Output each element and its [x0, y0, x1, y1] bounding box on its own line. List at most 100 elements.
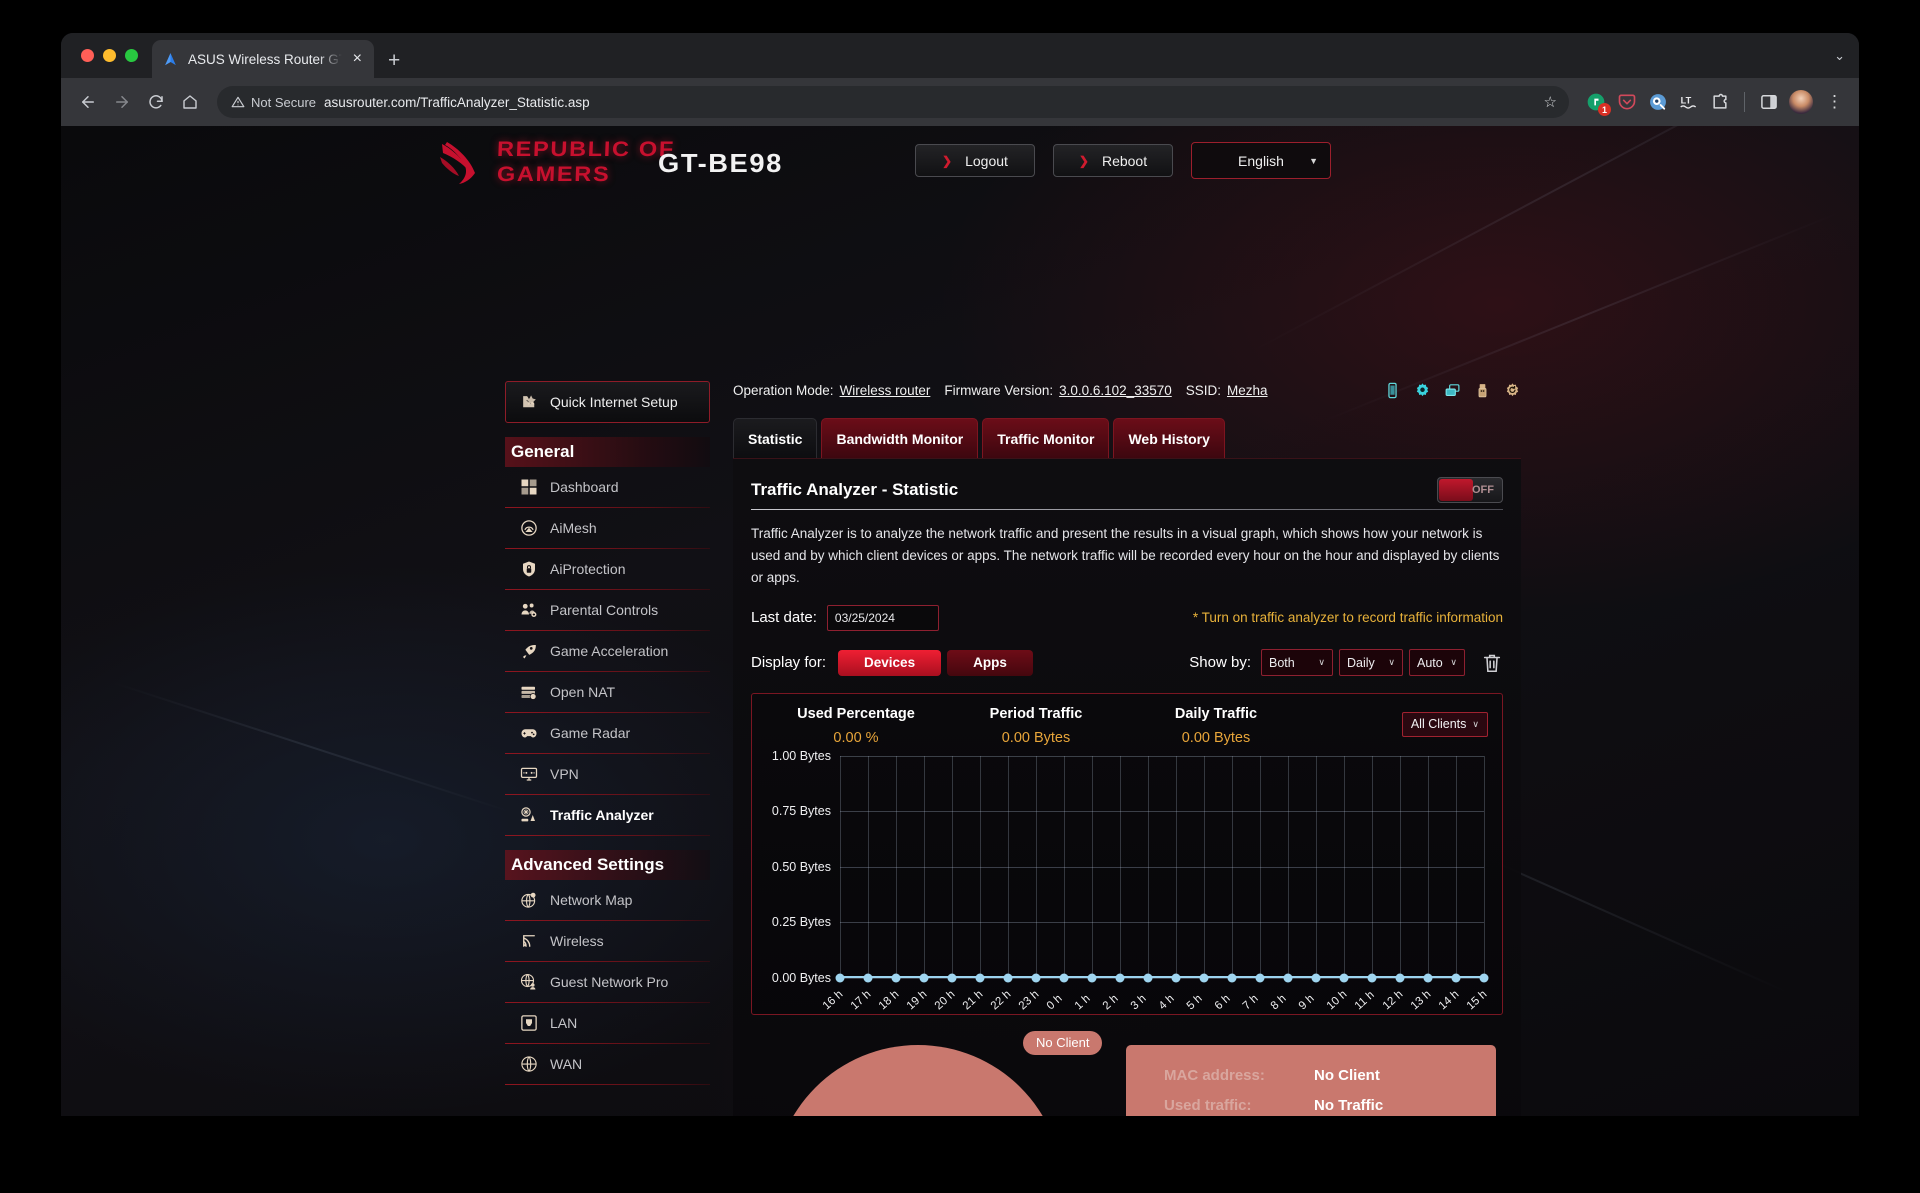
reboot-button[interactable]: ❯ Reboot	[1053, 144, 1173, 177]
usb-icon[interactable]	[1474, 381, 1491, 400]
sidebar-item-game-acceleration[interactable]: Game Acceleration	[505, 631, 710, 672]
aimesh-icon	[519, 519, 538, 538]
x-gridline	[1316, 755, 1317, 978]
client-pie-chart[interactable]	[773, 1044, 1063, 1116]
background-streak	[110, 681, 512, 813]
panel-divider	[751, 509, 1503, 510]
traffic-analyzer-toggle[interactable]: OFF	[1437, 477, 1503, 503]
sidebar-item-open-nat[interactable]: Open NAT	[505, 672, 710, 713]
sidebar-item-vpn[interactable]: VPN	[505, 754, 710, 795]
new-tab-button[interactable]: +	[388, 50, 400, 71]
data-point[interactable]	[1311, 973, 1321, 983]
sidebar-item-guest-network-pro[interactable]: Guest Network Pro	[505, 962, 710, 1003]
data-point[interactable]	[1115, 973, 1125, 983]
browser-menu-icon[interactable]: ⋮	[1822, 93, 1847, 110]
side-panel-icon[interactable]	[1758, 91, 1780, 113]
data-point[interactable]	[1255, 973, 1265, 983]
data-point[interactable]	[1003, 973, 1013, 983]
data-point[interactable]	[975, 973, 985, 983]
minimize-window-button[interactable]	[103, 49, 116, 62]
data-point[interactable]	[1087, 973, 1097, 983]
sidebar-item-network-map[interactable]: Network Map	[505, 880, 710, 921]
data-point[interactable]	[1283, 973, 1293, 983]
url-text[interactable]: asusrouter.com/TrafficAnalyzer_Statistic…	[324, 95, 1536, 110]
sidebar-item-quick-internet-setup[interactable]: Quick Internet Setup	[505, 381, 710, 423]
stat-value: 0.00 %	[833, 729, 879, 746]
reboot-gear-icon[interactable]	[1504, 381, 1521, 400]
close-window-button[interactable]	[81, 49, 94, 62]
data-point[interactable]	[947, 973, 957, 983]
data-point[interactable]	[1479, 973, 1489, 983]
language-select[interactable]: English ▼	[1191, 142, 1331, 179]
languagetool-extension-icon[interactable]: LT	[1678, 91, 1700, 113]
maximize-window-button[interactable]	[125, 49, 138, 62]
data-point[interactable]	[1031, 973, 1041, 983]
sidebar-item-aimesh[interactable]: AiMesh	[505, 508, 710, 549]
sidebar-item-game-radar[interactable]: Game Radar	[505, 713, 710, 754]
home-icon[interactable]	[175, 87, 205, 117]
chevron-down-icon[interactable]: ⌄	[1834, 48, 1845, 64]
network-screens-icon[interactable]	[1444, 381, 1461, 400]
sidebar-item-traffic-analyzer[interactable]: Traffic Analyzer	[505, 795, 710, 836]
pocket-extension-icon[interactable]	[1616, 91, 1638, 113]
sidebar-item-wireless[interactable]: Wireless	[505, 921, 710, 962]
back-icon[interactable]	[73, 87, 103, 117]
data-point[interactable]	[1143, 973, 1153, 983]
window-traffic-lights[interactable]	[77, 33, 152, 78]
sidebar-item-wan[interactable]: WAN	[505, 1044, 710, 1085]
data-point[interactable]	[835, 973, 845, 983]
privacy-badger-extension-icon[interactable]	[1647, 91, 1669, 113]
trash-icon[interactable]	[1481, 650, 1503, 676]
x-axis-tick-label: 0 h	[1044, 992, 1065, 1012]
profile-avatar[interactable]	[1789, 90, 1813, 114]
sidebar-item-dashboard[interactable]: Dashboard	[505, 467, 710, 508]
warning-triangle-icon	[231, 96, 245, 108]
chevron-down-icon: ∨	[1388, 657, 1395, 668]
extensions-puzzle-icon[interactable]	[1709, 91, 1731, 113]
data-point[interactable]	[1339, 973, 1349, 983]
data-point[interactable]	[1395, 973, 1405, 983]
show-by-period-dropdown[interactable]: Daily ∨	[1339, 649, 1403, 677]
address-bar[interactable]: Not Secure asusrouter.com/TrafficAnalyze…	[217, 86, 1569, 118]
firmware-version-value[interactable]: 3.0.0.6.102_33570	[1059, 383, 1172, 398]
show-by-type-dropdown[interactable]: Both ∨	[1261, 649, 1333, 677]
logout-button[interactable]: ❯ Logout	[915, 144, 1035, 177]
browser-tab[interactable]: ASUS Wireless Router GT-BE ×	[152, 40, 374, 78]
sidebar-item-aiprotection[interactable]: AiProtection	[505, 549, 710, 590]
data-point[interactable]	[1171, 973, 1181, 983]
x-gridline	[1036, 755, 1037, 978]
sidebar-item-lan[interactable]: LAN	[505, 1003, 710, 1044]
mobile-app-icon[interactable]	[1384, 381, 1401, 400]
tab-statistic[interactable]: Statistic	[733, 418, 818, 458]
data-point[interactable]	[891, 973, 901, 983]
close-icon[interactable]: ×	[351, 51, 364, 67]
forward-icon[interactable]	[107, 87, 137, 117]
show-by-scale-dropdown[interactable]: Auto ∨	[1409, 649, 1465, 677]
all-clients-dropdown[interactable]: All Clients ∨	[1401, 711, 1488, 737]
security-status-chip[interactable]: Not Secure	[231, 95, 316, 110]
tab-traffic-monitor[interactable]: Traffic Monitor	[982, 418, 1110, 458]
data-point[interactable]	[863, 973, 873, 983]
x-axis-tick-label: 14 h	[1436, 987, 1462, 1012]
data-point[interactable]	[919, 973, 929, 983]
grammarly-extension-icon[interactable]: 1	[1585, 91, 1611, 116]
data-point[interactable]	[1199, 973, 1209, 983]
reload-icon[interactable]	[141, 87, 171, 117]
tab-bandwidth-monitor[interactable]: Bandwidth Monitor	[821, 418, 979, 458]
data-point[interactable]	[1227, 973, 1237, 983]
last-date-input[interactable]: 03/25/2024	[826, 604, 939, 631]
data-point[interactable]	[1059, 973, 1069, 983]
stat-label: Period Traffic	[989, 705, 1083, 722]
bookmark-star-icon[interactable]: ☆	[1544, 93, 1563, 111]
sidebar-item-parental-controls[interactable]: Parental Controls	[505, 590, 710, 631]
security-status-label: Not Secure	[251, 94, 317, 110]
tab-web-history[interactable]: Web History	[1113, 418, 1225, 458]
ssid-value[interactable]: Mezha	[1227, 383, 1268, 398]
settings-gear-icon[interactable]	[1414, 381, 1431, 400]
display-devices-button[interactable]: Devices	[838, 649, 942, 676]
data-point[interactable]	[1451, 973, 1461, 983]
display-apps-button[interactable]: Apps	[947, 649, 1033, 676]
data-point[interactable]	[1367, 973, 1377, 983]
operation-mode-value[interactable]: Wireless router	[840, 383, 931, 398]
data-point[interactable]	[1423, 973, 1433, 983]
